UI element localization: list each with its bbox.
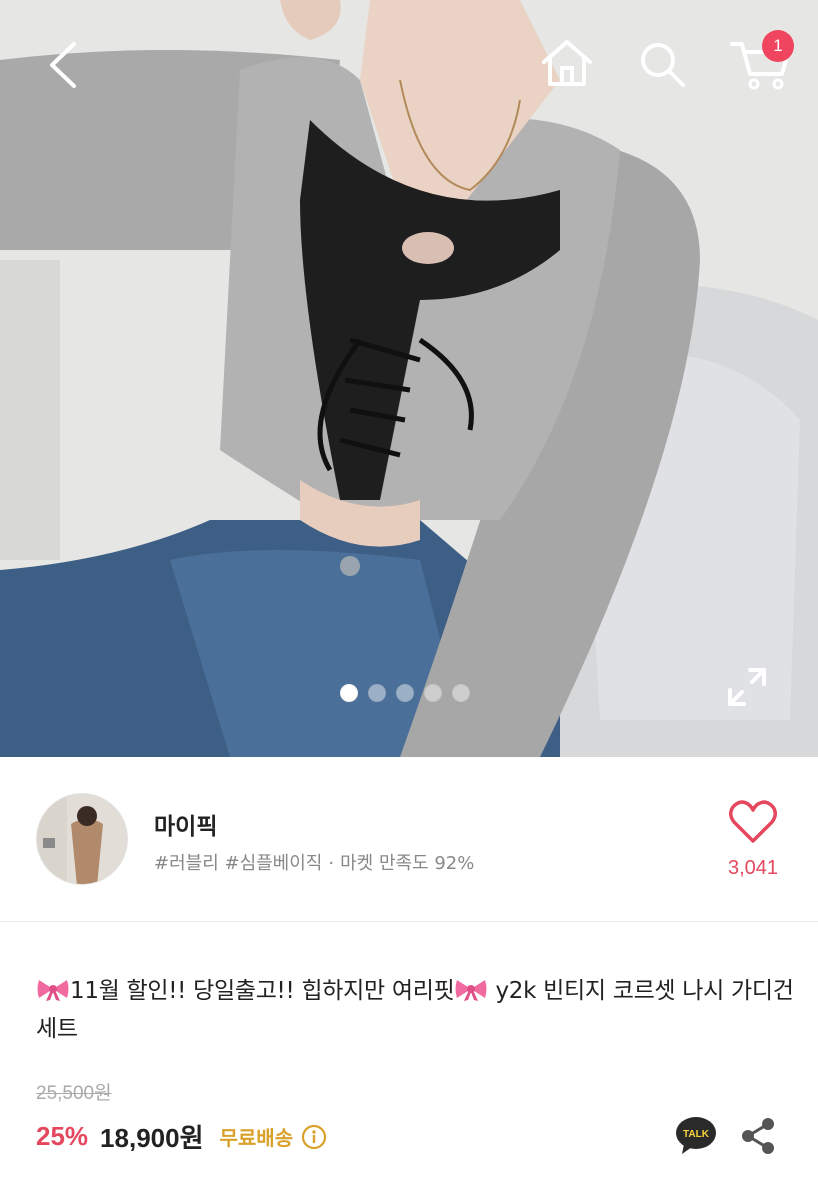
market-satisfaction: 마켓 만족도 92%	[340, 853, 475, 874]
cart-count-badge: 1	[762, 30, 794, 62]
product-title: 11월 할인!! 당일출고!! 힙하지만 여리핏 y2k 빈티지 코르셋 나시 …	[36, 972, 796, 1048]
free-shipping-label: 무료배송	[219, 1126, 294, 1150]
product-title-part1: 11월 할인!! 당일출고!! 힙하지만 여리핏	[70, 978, 455, 1004]
top-navigation-bar: 1	[0, 0, 818, 130]
ribbon-bow-icon	[455, 980, 487, 1001]
like-count: 3,041	[727, 857, 779, 879]
sale-price: 18,900원	[100, 1123, 204, 1153]
gallery-dot[interactable]	[340, 684, 358, 702]
original-price: 25,500원	[36, 1083, 112, 1104]
ribbon-bow-icon	[37, 980, 69, 1001]
gallery-dot[interactable]	[368, 684, 386, 702]
search-icon[interactable]	[634, 36, 690, 90]
share-icon[interactable]	[740, 1116, 776, 1156]
gallery-dot[interactable]	[396, 684, 414, 702]
expand-icon[interactable]	[724, 664, 770, 710]
talk-label: TALK	[683, 1129, 710, 1140]
price-row: 25% 18,900원 무료배송	[36, 1118, 327, 1155]
shop-avatar-image	[37, 794, 127, 884]
home-icon[interactable]	[538, 36, 596, 90]
discount-rate: 25%	[36, 1121, 89, 1151]
shop-avatar[interactable]	[36, 793, 128, 885]
shop-hashtags: #러블리 #심플베이직	[154, 853, 323, 874]
gallery-pagination	[340, 684, 470, 702]
shop-tags: #러블리 #심플베이직 · 마켓 만족도 92%	[154, 849, 474, 875]
shop-name[interactable]: 마이픽	[154, 807, 217, 841]
heart-icon[interactable]	[726, 797, 780, 847]
chevron-left-icon[interactable]	[40, 38, 88, 92]
gallery-dot[interactable]	[424, 684, 442, 702]
gallery-dot[interactable]	[452, 684, 470, 702]
product-image-gallery[interactable]: 1	[0, 0, 818, 757]
shop-info-row[interactable]: 마이픽 #러블리 #심플베이직 · 마켓 만족도 92% 3,041	[0, 757, 818, 922]
separator: ·	[328, 853, 335, 874]
info-icon[interactable]	[301, 1124, 327, 1150]
kakao-talk-icon[interactable]: TALK	[674, 1116, 718, 1156]
